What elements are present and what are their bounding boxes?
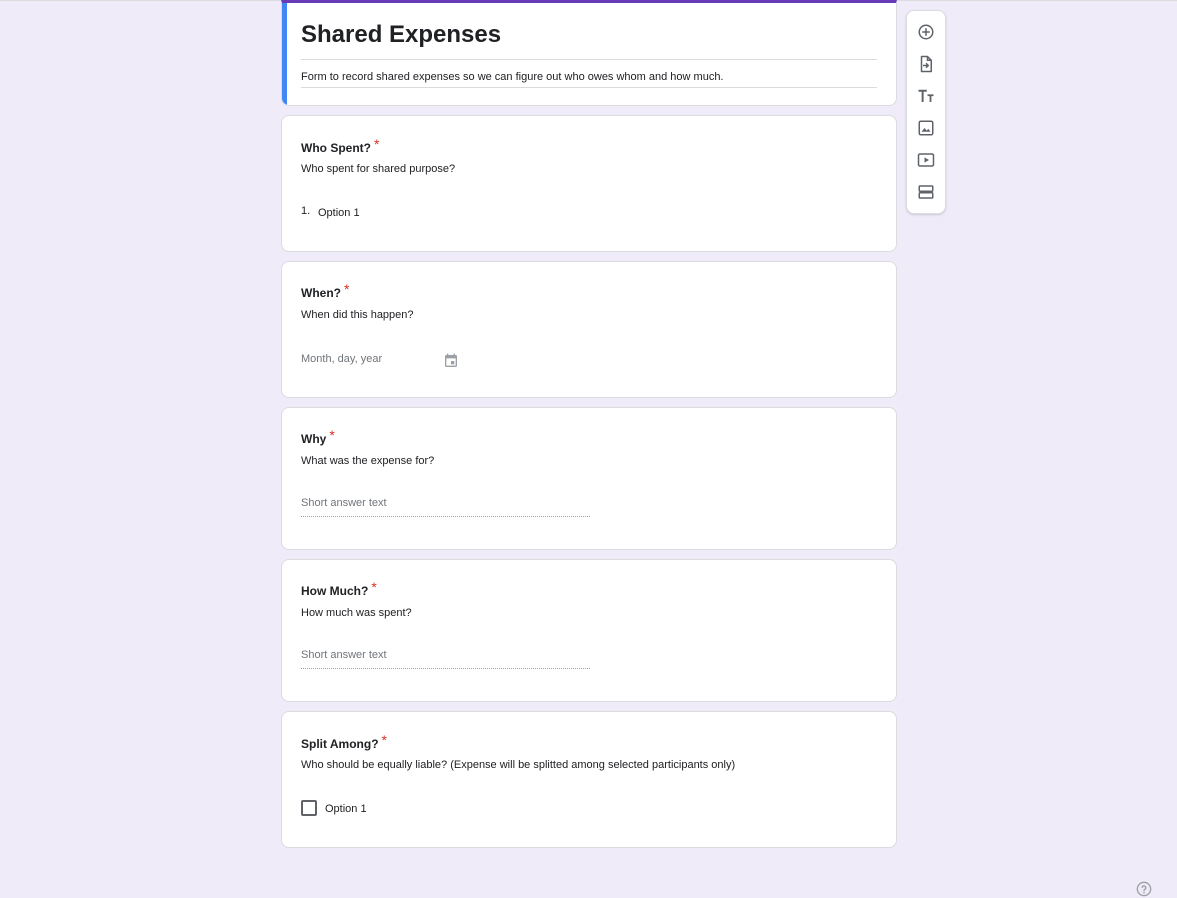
short-answer-placeholder: Short answer text — [301, 649, 387, 661]
add-image-icon — [918, 120, 934, 136]
short-answer-placeholder: Short answer text — [301, 497, 387, 509]
question-title-text: When? — [301, 286, 341, 300]
add-title-button[interactable] — [915, 85, 937, 107]
date-placeholder: Month, day, year — [301, 353, 383, 365]
question-title-text: Split Among? — [301, 737, 379, 751]
add-video-icon — [917, 153, 935, 167]
option-number: 1. — [301, 205, 311, 217]
import-questions-icon — [920, 55, 932, 73]
short-answer-underline — [301, 516, 590, 517]
add-question-button[interactable] — [915, 21, 937, 43]
question-description: What was the expense for? — [301, 455, 435, 467]
required-asterisk: * — [329, 427, 335, 443]
question-title-text: Who Spent? — [301, 141, 371, 155]
question-description: Who should be equally liable? (Expense w… — [301, 759, 736, 771]
question-title: Who Spent? * — [301, 136, 380, 155]
add-question-icon — [918, 24, 934, 40]
question-title-text: Why — [301, 432, 327, 446]
short-answer-underline — [301, 668, 590, 669]
question-description: When did this happen? — [301, 309, 414, 321]
calendar-icon — [445, 353, 457, 367]
checkbox-option-label: Option 1 — [325, 803, 367, 815]
question-title: How Much? * — [301, 579, 377, 598]
import-questions-button[interactable] — [915, 53, 937, 75]
floating-toolbar — [906, 10, 946, 214]
required-asterisk: * — [373, 136, 380, 152]
add-section-icon — [918, 185, 934, 199]
question-title: Split Among? * — [301, 732, 387, 751]
add-section-button[interactable] — [915, 181, 937, 203]
question-card-split-among[interactable]: Split Among? * Who should be equally liab… — [281, 711, 897, 848]
add-image-button[interactable] — [915, 117, 937, 139]
question-title-text: How Much? — [301, 584, 369, 598]
question-card-when[interactable]: When? * When did this happen? Month, day,… — [281, 261, 897, 398]
question-title: When? * — [301, 281, 350, 300]
required-asterisk: * — [381, 732, 387, 748]
question-card-who-spent[interactable]: Who Spent? * Who spent for shared purpose… — [281, 115, 897, 252]
required-asterisk: * — [371, 579, 377, 595]
question-card-how-much[interactable]: How Much? * How much was spent? Short ans… — [281, 559, 897, 702]
dropdown-option: Option 1 — [318, 207, 360, 219]
question-title: Why * — [301, 427, 335, 446]
active-card-indicator — [282, 3, 287, 105]
form-title[interactable]: Shared Expenses — [301, 19, 877, 60]
question-description: How much was spent? — [301, 607, 412, 619]
add-video-button[interactable] — [915, 149, 937, 171]
required-asterisk: * — [344, 281, 350, 297]
help-icon[interactable] — [1136, 881, 1152, 897]
option-checkbox[interactable] — [301, 800, 317, 816]
question-card-why[interactable]: Why * What was the expense for? Short ans… — [281, 407, 897, 550]
form-header-card[interactable]: Shared Expenses Form to record shared ex… — [281, 0, 897, 106]
question-description: Who spent for shared purpose? — [301, 163, 456, 175]
add-title-icon — [918, 89, 934, 102]
form-description[interactable]: Form to record shared expenses so we can… — [301, 69, 877, 88]
